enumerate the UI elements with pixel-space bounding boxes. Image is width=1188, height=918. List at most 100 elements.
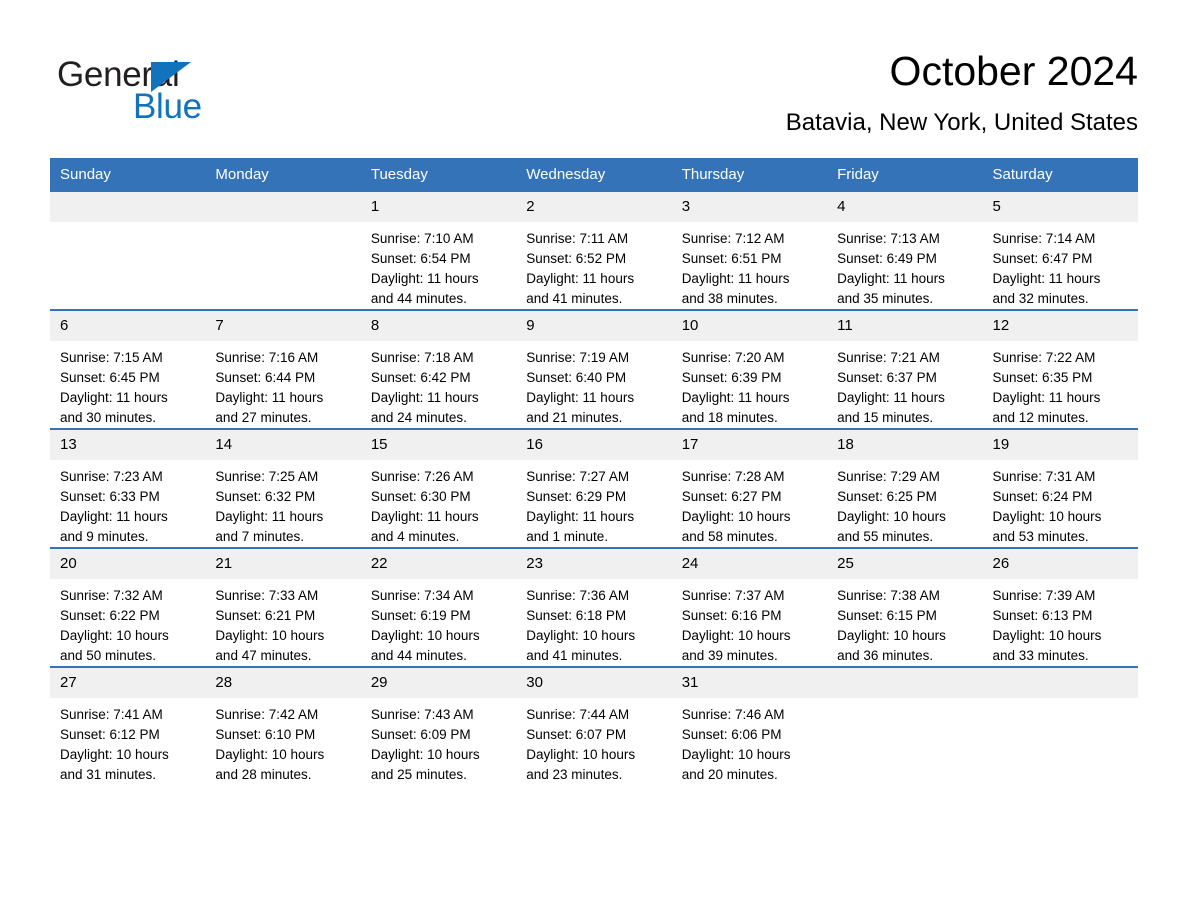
day-cell[interactable]: 20 Sunrise: 7:32 AM Sunset: 6:22 PM Dayl…: [50, 547, 206, 667]
day-details: Sunrise: 7:42 AM Sunset: 6:10 PM Dayligh…: [205, 698, 360, 785]
day-cell[interactable]: 14 Sunrise: 7:25 AM Sunset: 6:32 PM Dayl…: [205, 428, 361, 548]
daylight-line-2: and 24 minutes.: [370, 410, 467, 425]
calendar-week-row: 6 Sunrise: 7:15 AM Sunset: 6:45 PM Dayli…: [50, 309, 1138, 429]
daylight-line-1: Daylight: 10 hours: [837, 628, 946, 643]
daylight-line-1: Daylight: 11 hours: [215, 509, 324, 524]
day-cell[interactable]: 1 Sunrise: 7:10 AM Sunset: 6:54 PM Dayli…: [360, 192, 517, 310]
sunrise-line: Sunrise: 7:21 AM: [837, 350, 940, 365]
day-cell[interactable]: 13 Sunrise: 7:23 AM Sunset: 6:33 PM Dayl…: [50, 428, 206, 548]
day-cell[interactable]: 2 Sunrise: 7:11 AM Sunset: 6:52 PM Dayli…: [516, 192, 672, 310]
daylight-line-1: Daylight: 10 hours: [681, 747, 791, 762]
calendar-page: General Blue October 2024 Batavia, New Y…: [0, 0, 1188, 918]
daylight-line-2: and 28 minutes.: [215, 767, 312, 782]
daylight-line-2: and 36 minutes.: [837, 648, 934, 663]
daylight-line-2: and 44 minutes.: [370, 291, 467, 306]
day-number: 6: [50, 311, 206, 341]
day-cell[interactable]: 25 Sunrise: 7:38 AM Sunset: 6:15 PM Dayl…: [827, 547, 983, 667]
daylight-line-1: Daylight: 11 hours: [60, 390, 168, 405]
day-cell[interactable]: 23 Sunrise: 7:36 AM Sunset: 6:18 PM Dayl…: [516, 547, 672, 667]
page-header: General Blue October 2024 Batavia, New Y…: [0, 0, 1188, 155]
sunrise-line: Sunrise: 7:20 AM: [681, 350, 785, 365]
daylight-line-2: and 15 minutes.: [837, 410, 934, 425]
daylight-line-1: Daylight: 11 hours: [370, 509, 479, 524]
day-number: 2: [516, 192, 672, 222]
sunset-line: Sunset: 6:12 PM: [60, 727, 160, 742]
day-number: 7: [205, 311, 361, 341]
day-cell[interactable]: 4 Sunrise: 7:13 AM Sunset: 6:49 PM Dayli…: [827, 192, 983, 310]
day-number: 5: [982, 192, 1138, 222]
day-cell[interactable]: 31 Sunrise: 7:46 AM Sunset: 6:06 PM Dayl…: [671, 666, 828, 785]
daylight-line-1: Daylight: 10 hours: [526, 747, 636, 762]
day-cell[interactable]: 28 Sunrise: 7:42 AM Sunset: 6:10 PM Dayl…: [205, 666, 361, 785]
day-number: 20: [50, 549, 206, 579]
sunset-line: Sunset: 6:40 PM: [526, 370, 627, 385]
daylight-line-1: Daylight: 10 hours: [370, 747, 480, 762]
sunset-line: Sunset: 6:10 PM: [215, 727, 316, 742]
day-details: Sunrise: 7:11 AM Sunset: 6:52 PM Dayligh…: [516, 222, 671, 309]
sunrise-line: Sunrise: 7:28 AM: [681, 469, 785, 484]
calendar-week-row: 1 Sunrise: 7:10 AM Sunset: 6:54 PM Dayli…: [50, 192, 1138, 310]
daylight-line-1: Daylight: 10 hours: [60, 628, 169, 643]
day-cell[interactable]: 9 Sunrise: 7:19 AM Sunset: 6:40 PM Dayli…: [516, 309, 672, 429]
day-cell[interactable]: 19 Sunrise: 7:31 AM Sunset: 6:24 PM Dayl…: [982, 428, 1138, 548]
day-cell[interactable]: 8 Sunrise: 7:18 AM Sunset: 6:42 PM Dayli…: [360, 309, 517, 429]
day-cell[interactable]: 11 Sunrise: 7:21 AM Sunset: 6:37 PM Dayl…: [827, 309, 983, 429]
day-number: 10: [671, 311, 828, 341]
day-cell[interactable]: 24 Sunrise: 7:37 AM Sunset: 6:16 PM Dayl…: [671, 547, 828, 667]
sunrise-line: Sunrise: 7:29 AM: [837, 469, 940, 484]
sunset-line: Sunset: 6:21 PM: [215, 608, 316, 623]
day-cell[interactable]: 22 Sunrise: 7:34 AM Sunset: 6:19 PM Dayl…: [360, 547, 517, 667]
day-cell[interactable]: 5 Sunrise: 7:14 AM Sunset: 6:47 PM Dayli…: [982, 192, 1138, 310]
day-number: 26: [982, 549, 1138, 579]
general-blue-logo[interactable]: General Blue: [57, 55, 317, 133]
day-cell[interactable]: 29 Sunrise: 7:43 AM Sunset: 6:09 PM Dayl…: [360, 666, 517, 785]
sunset-line: Sunset: 6:25 PM: [837, 489, 937, 504]
day-cell[interactable]: 16 Sunrise: 7:27 AM Sunset: 6:29 PM Dayl…: [516, 428, 672, 548]
day-cell[interactable]: 27 Sunrise: 7:41 AM Sunset: 6:12 PM Dayl…: [50, 666, 206, 785]
day-cell[interactable]: 12 Sunrise: 7:22 AM Sunset: 6:35 PM Dayl…: [982, 309, 1138, 429]
day-cell[interactable]: 17 Sunrise: 7:28 AM Sunset: 6:27 PM Dayl…: [671, 428, 828, 548]
day-number: 18: [827, 430, 983, 460]
day-number: 30: [516, 668, 672, 698]
sunset-line: Sunset: 6:06 PM: [681, 727, 782, 742]
day-cell[interactable]: 30 Sunrise: 7:44 AM Sunset: 6:07 PM Dayl…: [516, 666, 672, 785]
sunrise-line: Sunrise: 7:19 AM: [526, 350, 630, 365]
calendar-body: 1 Sunrise: 7:10 AM Sunset: 6:54 PM Dayli…: [50, 192, 1138, 785]
sunset-line: Sunset: 6:51 PM: [681, 251, 782, 266]
day-details: Sunrise: 7:44 AM Sunset: 6:07 PM Dayligh…: [516, 698, 671, 785]
day-number: 15: [360, 430, 517, 460]
daylight-line-2: and 39 minutes.: [681, 648, 778, 663]
title-block: October 2024 Batavia, New York, United S…: [786, 45, 1138, 139]
day-cell[interactable]: 6 Sunrise: 7:15 AM Sunset: 6:45 PM Dayli…: [50, 309, 206, 429]
sunrise-line: Sunrise: 7:18 AM: [370, 350, 474, 365]
day-cell[interactable]: 21 Sunrise: 7:33 AM Sunset: 6:21 PM Dayl…: [205, 547, 361, 667]
day-number: 4: [827, 192, 983, 222]
day-cell[interactable]: 26 Sunrise: 7:39 AM Sunset: 6:13 PM Dayl…: [982, 547, 1138, 667]
daylight-line-2: and 41 minutes.: [526, 648, 623, 663]
day-cell[interactable]: [827, 666, 983, 785]
sunset-line: Sunset: 6:22 PM: [60, 608, 160, 623]
day-details: Sunrise: 7:32 AM Sunset: 6:22 PM Dayligh…: [50, 579, 205, 666]
daylight-line-1: Daylight: 11 hours: [370, 390, 479, 405]
day-details: Sunrise: 7:33 AM Sunset: 6:21 PM Dayligh…: [205, 579, 360, 666]
day-details: Sunrise: 7:21 AM Sunset: 6:37 PM Dayligh…: [827, 341, 982, 428]
day-cell[interactable]: 15 Sunrise: 7:26 AM Sunset: 6:30 PM Dayl…: [360, 428, 517, 548]
daylight-line-1: Daylight: 10 hours: [837, 509, 946, 524]
day-number: [827, 668, 983, 698]
day-details: Sunrise: 7:25 AM Sunset: 6:32 PM Dayligh…: [205, 460, 360, 547]
day-cell[interactable]: 3 Sunrise: 7:12 AM Sunset: 6:51 PM Dayli…: [671, 192, 828, 310]
daylight-line-1: Daylight: 10 hours: [215, 628, 325, 643]
daylight-line-1: Daylight: 10 hours: [992, 509, 1102, 524]
sunset-line: Sunset: 6:18 PM: [526, 608, 627, 623]
day-cell[interactable]: [982, 666, 1138, 785]
day-cell[interactable]: 18 Sunrise: 7:29 AM Sunset: 6:25 PM Dayl…: [827, 428, 983, 548]
sunrise-line: Sunrise: 7:33 AM: [215, 588, 319, 603]
daylight-line-2: and 41 minutes.: [526, 291, 623, 306]
day-cell[interactable]: [205, 192, 361, 310]
day-cell[interactable]: 7 Sunrise: 7:16 AM Sunset: 6:44 PM Dayli…: [205, 309, 361, 429]
daylight-line-2: and 27 minutes.: [215, 410, 312, 425]
day-cell[interactable]: 10 Sunrise: 7:20 AM Sunset: 6:39 PM Dayl…: [671, 309, 828, 429]
day-cell[interactable]: [50, 192, 206, 310]
day-number: 27: [50, 668, 206, 698]
daylight-line-1: Daylight: 10 hours: [370, 628, 480, 643]
